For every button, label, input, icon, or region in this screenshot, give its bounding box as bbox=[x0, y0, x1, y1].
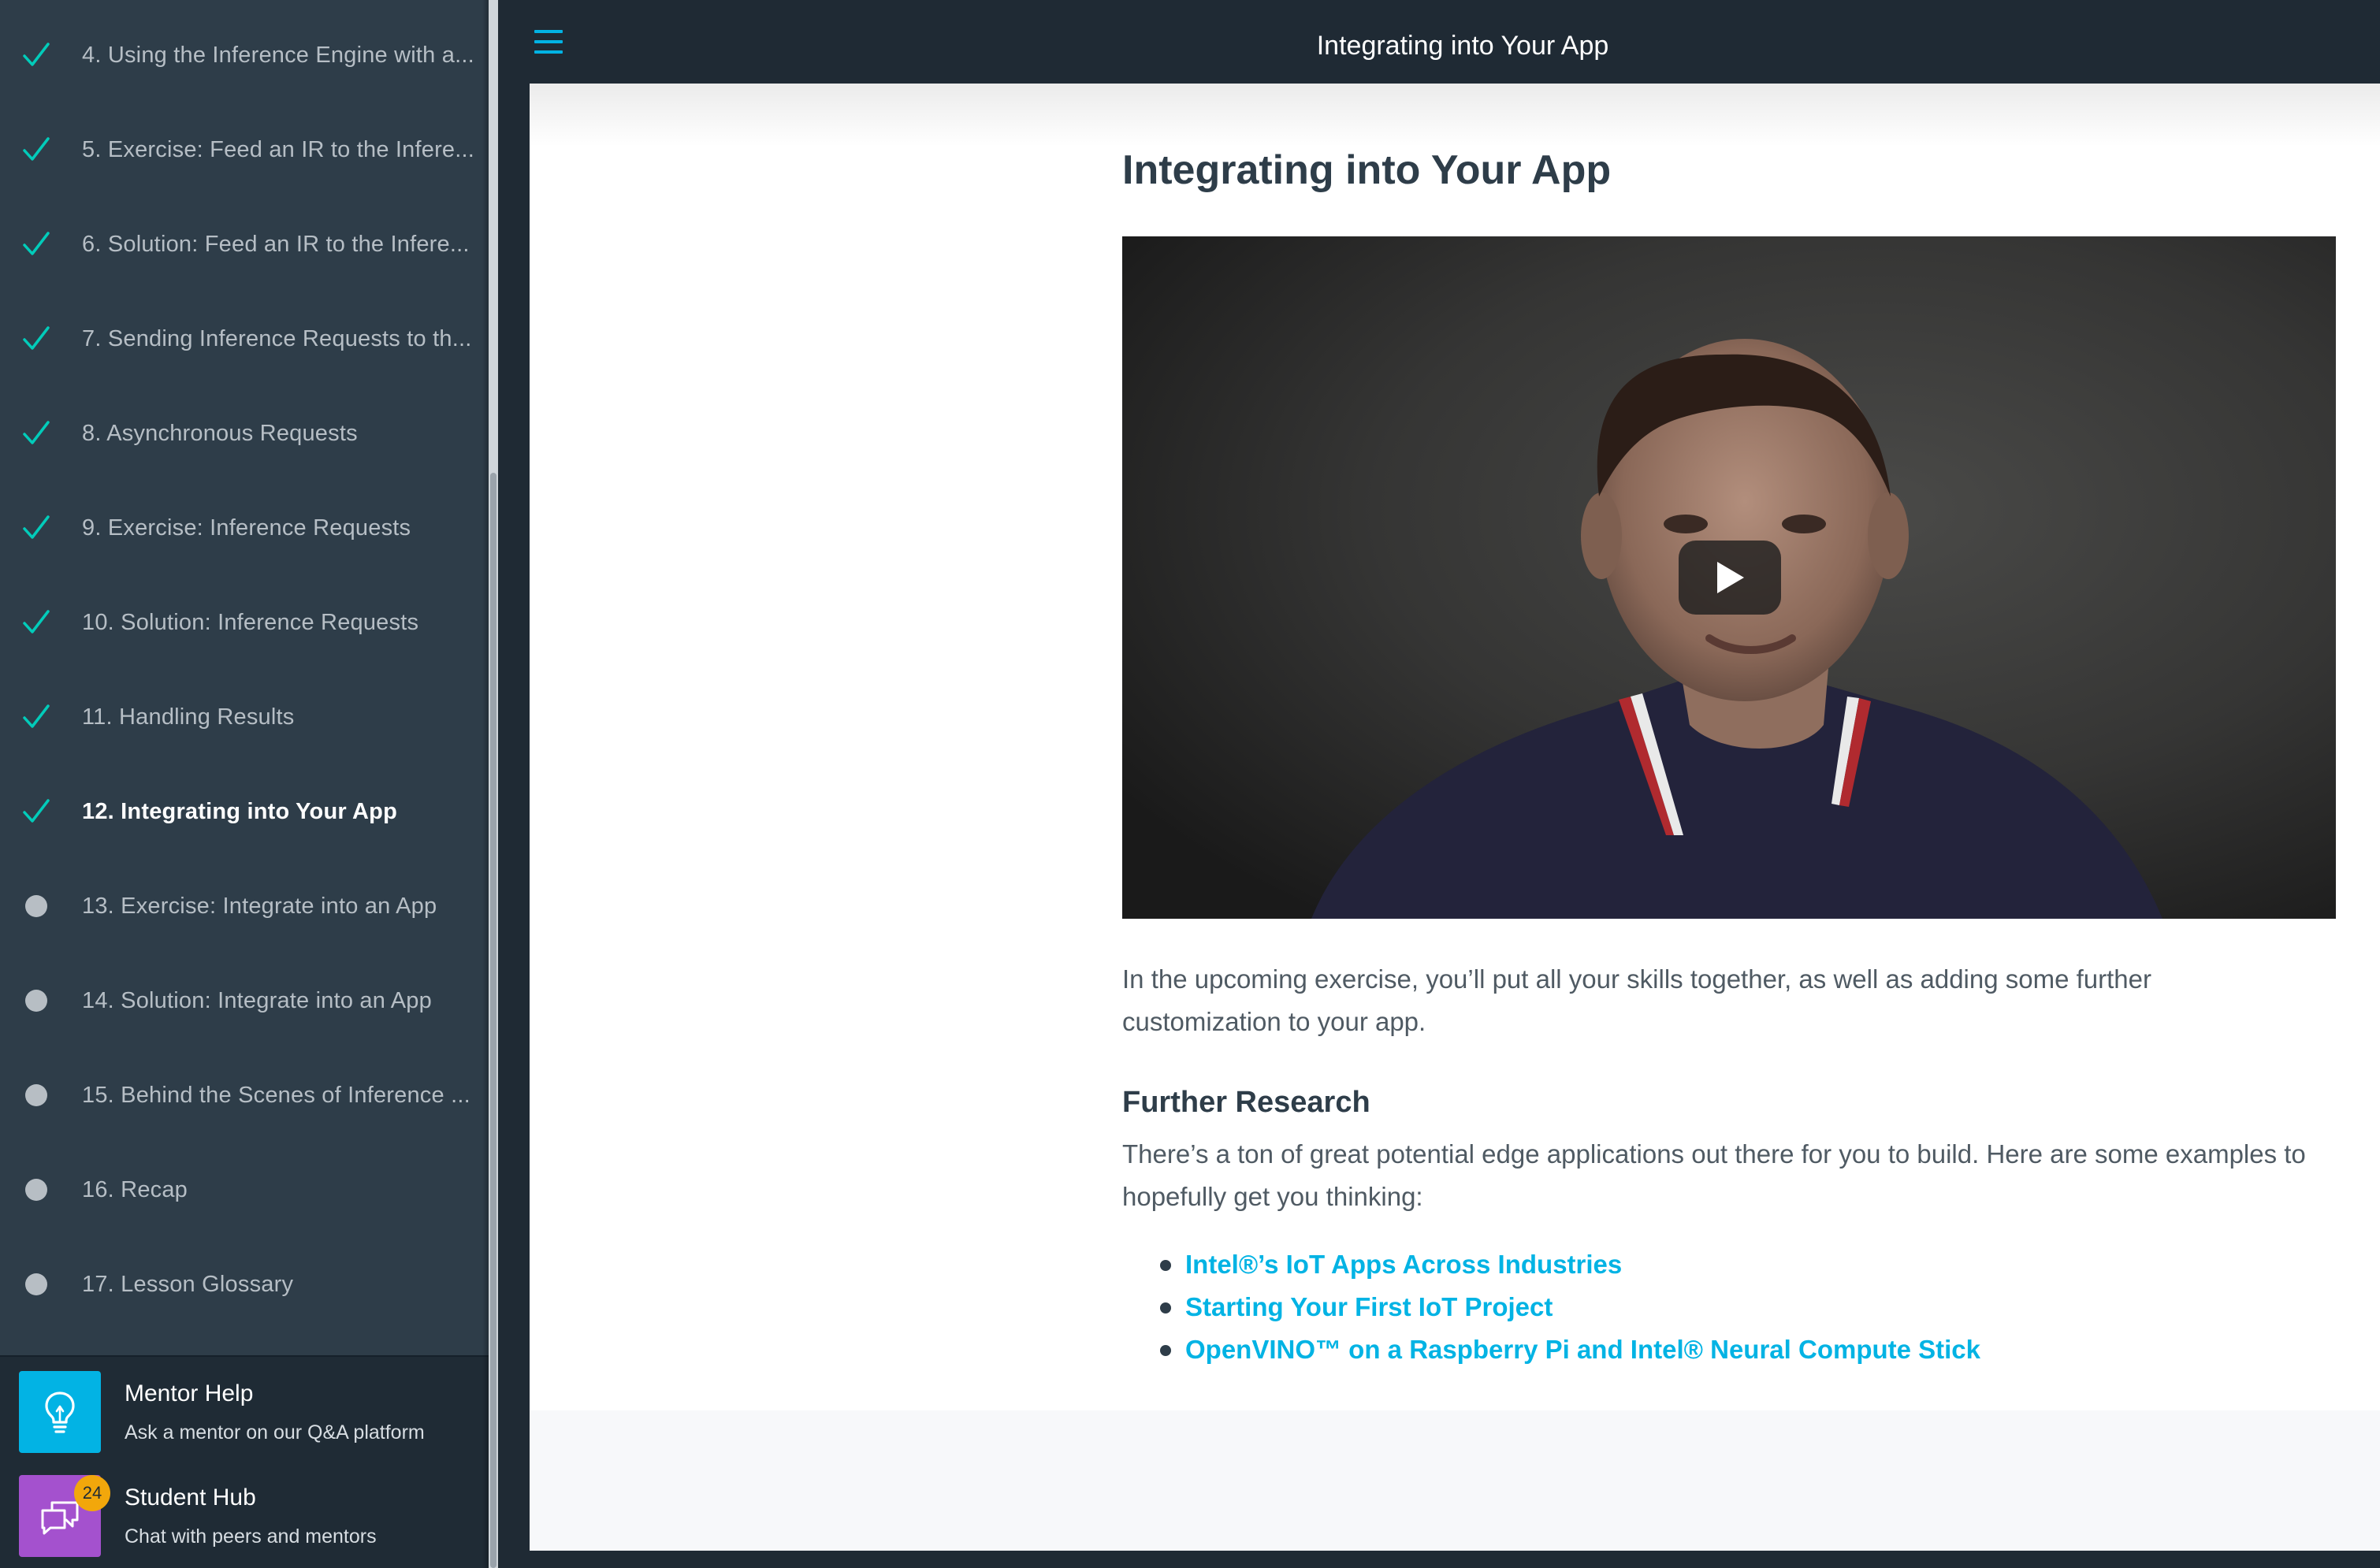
checkmark-icon bbox=[19, 321, 54, 356]
checkmark-icon bbox=[19, 794, 54, 829]
link-first-iot-project[interactable]: Starting Your First IoT Project bbox=[1185, 1292, 1553, 1322]
play-icon[interactable] bbox=[1679, 541, 1781, 615]
bullet-icon bbox=[1160, 1302, 1171, 1313]
sidebar-scrollbar-thumb[interactable] bbox=[490, 473, 496, 1568]
sidebar-item-label: 16. Recap bbox=[82, 1176, 188, 1202]
sidebar-item-lesson-15[interactable]: 15. Behind the Scenes of Inference ... bbox=[0, 1048, 489, 1143]
sidebar-item-lesson-14[interactable]: 14. Solution: Integrate into an App bbox=[0, 953, 489, 1048]
further-research-text: There’s a ton of great potential edge ap… bbox=[1122, 1139, 2306, 1211]
notification-badge: 24 bbox=[74, 1475, 110, 1511]
list-item: OpenVINO™ on a Raspberry Pi and Intel® N… bbox=[1160, 1328, 2263, 1371]
checkmark-icon bbox=[19, 38, 54, 72]
checkmark-icon bbox=[19, 700, 54, 734]
sidebar-item-label: 14. Solution: Integrate into an App bbox=[82, 987, 432, 1013]
sidebar-item-label: 4. Using the Inference Engine with a... bbox=[82, 42, 474, 68]
sidebar-item-lesson-5[interactable]: 5. Exercise: Feed an IR to the Infere... bbox=[0, 102, 489, 197]
top-bar: Integrating into Your App bbox=[498, 0, 2380, 84]
sidebar-item-label: 9. Exercise: Inference Requests bbox=[82, 515, 411, 541]
bullet-icon bbox=[1160, 1260, 1171, 1271]
lightbulb-icon bbox=[19, 1371, 101, 1453]
sidebar-item-lesson-10[interactable]: 10. Solution: Inference Requests bbox=[0, 575, 489, 670]
sidebar-item-label: 11. Handling Results bbox=[82, 704, 295, 730]
sidebar-item-label: 13. Exercise: Integrate into an App bbox=[82, 893, 437, 919]
incomplete-dot-icon bbox=[19, 889, 54, 923]
bullet-icon bbox=[1160, 1345, 1171, 1356]
sidebar-item-lesson-16[interactable]: 16. Recap bbox=[0, 1143, 489, 1237]
sidebar-item-lesson-8[interactable]: 8. Asynchronous Requests bbox=[0, 386, 489, 481]
sidebar-item-lesson-12[interactable]: 12. Integrating into Your App bbox=[0, 764, 489, 859]
list-item: Intel®’s IoT Apps Across Industries bbox=[1160, 1243, 2263, 1286]
sidebar-item-lesson-9[interactable]: 9. Exercise: Inference Requests bbox=[0, 481, 489, 575]
link-openvino-raspberry-pi[interactable]: OpenVINO™ on a Raspberry Pi and Intel® N… bbox=[1185, 1335, 1980, 1365]
checkmark-icon bbox=[19, 132, 54, 167]
incomplete-dot-icon bbox=[19, 1267, 54, 1302]
incomplete-dot-icon bbox=[19, 983, 54, 1018]
bottom-strip bbox=[498, 1551, 2380, 1568]
checkmark-icon bbox=[19, 227, 54, 262]
sidebar: 4. Using the Inference Engine with a... … bbox=[0, 0, 489, 1568]
link-intel-iot-apps[interactable]: Intel®’s IoT Apps Across Industries bbox=[1185, 1250, 1622, 1280]
sidebar-item-label: 5. Exercise: Feed an IR to the Infere... bbox=[82, 136, 475, 162]
hamburger-menu-icon[interactable] bbox=[531, 27, 566, 58]
resource-links-list: Intel®’s IoT Apps Across Industries Star… bbox=[1160, 1243, 2263, 1371]
sidebar-item-label: 8. Asynchronous Requests bbox=[82, 420, 358, 446]
content-card-shadow bbox=[530, 84, 2380, 147]
sidebar-item-lesson-17[interactable]: 17. Lesson Glossary bbox=[0, 1237, 489, 1332]
page-title: Integrating into Your App bbox=[1122, 147, 1612, 193]
list-item: Starting Your First IoT Project bbox=[1160, 1286, 2263, 1328]
mentor-help-title: Mentor Help bbox=[125, 1380, 254, 1406]
help-panel: Mentor Help Ask a mentor on our Q&A plat… bbox=[0, 1355, 489, 1568]
student-hub-button[interactable]: 24 Student Hub Chat with peers and mento… bbox=[19, 1475, 484, 1557]
intro-paragraph: In the upcoming exercise, you’ll put all… bbox=[1122, 964, 2151, 1036]
student-hub-subtitle: Chat with peers and mentors bbox=[125, 1525, 377, 1548]
checkmark-icon bbox=[19, 511, 54, 545]
sidebar-item-label: 7. Sending Inference Requests to th... bbox=[82, 325, 472, 351]
sidebar-item-label: 15. Behind the Scenes of Inference ... bbox=[82, 1082, 470, 1108]
mentor-help-subtitle: Ask a mentor on our Q&A platform bbox=[125, 1421, 425, 1444]
lesson-list: 4. Using the Inference Engine with a... … bbox=[0, 0, 489, 1355]
sidebar-item-lesson-4[interactable]: 4. Using the Inference Engine with a... bbox=[0, 8, 489, 102]
sidebar-item-lesson-11[interactable]: 11. Handling Results bbox=[0, 670, 489, 764]
checkmark-icon bbox=[19, 416, 54, 451]
mentor-help-button[interactable]: Mentor Help Ask a mentor on our Q&A plat… bbox=[19, 1371, 484, 1453]
further-research-heading: Further Research bbox=[1122, 1086, 1370, 1119]
sidebar-item-label: 17. Lesson Glossary bbox=[82, 1271, 294, 1297]
incomplete-dot-icon bbox=[19, 1078, 54, 1113]
sidebar-item-lesson-13[interactable]: 13. Exercise: Integrate into an App bbox=[0, 859, 489, 953]
sidebar-item-label: 6. Solution: Feed an IR to the Infere... bbox=[82, 231, 470, 257]
incomplete-dot-icon bbox=[19, 1172, 54, 1207]
content-footer bbox=[530, 1410, 2380, 1551]
checkmark-icon bbox=[19, 605, 54, 640]
topbar-title: Integrating into Your App bbox=[1316, 30, 1609, 61]
video-player[interactable] bbox=[1122, 236, 2336, 919]
sidebar-item-lesson-6[interactable]: 6. Solution: Feed an IR to the Infere... bbox=[0, 197, 489, 292]
sidebar-item-label: 12. Integrating into Your App bbox=[82, 798, 397, 824]
student-hub-title: Student Hub bbox=[125, 1484, 256, 1510]
sidebar-item-label: 10. Solution: Inference Requests bbox=[82, 609, 419, 635]
sidebar-shadow bbox=[482, 0, 489, 1568]
sidebar-item-lesson-7[interactable]: 7. Sending Inference Requests to th... bbox=[0, 292, 489, 386]
